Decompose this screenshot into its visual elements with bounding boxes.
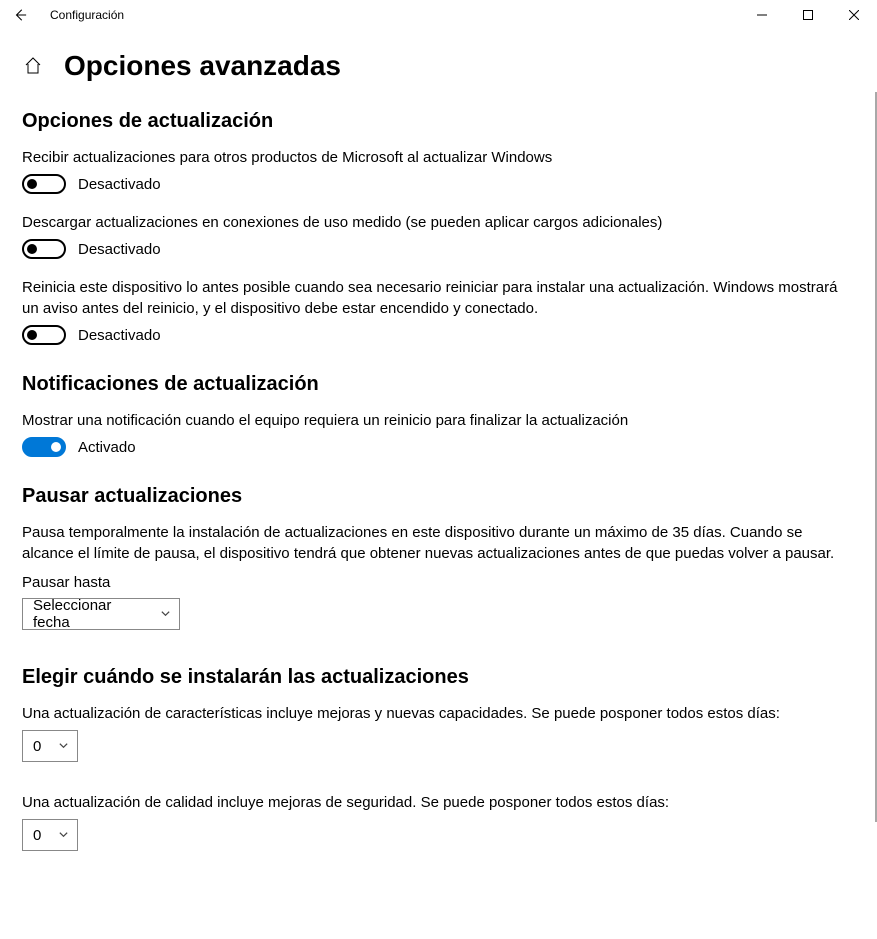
section-heading-pause: Pausar actualizaciones — [22, 485, 853, 508]
pause-label: Pausar hasta — [22, 574, 853, 591]
section-heading-choose-when: Elegir cuándo se instalarán las actualiz… — [22, 666, 853, 689]
pause-date-select[interactable]: Seleccionar fecha — [22, 598, 180, 630]
section-heading-update-options: Opciones de actualización — [22, 110, 853, 133]
maximize-button[interactable] — [785, 0, 831, 30]
toggle-knob — [27, 330, 37, 340]
close-icon — [849, 10, 859, 20]
page-title: Opciones avanzadas — [64, 50, 341, 82]
chevron-down-icon — [160, 606, 171, 623]
window-controls — [739, 0, 877, 30]
minimize-icon — [757, 10, 767, 20]
home-button[interactable] — [22, 55, 44, 77]
pause-description: Pausa temporalmente la instalación de ac… — [22, 522, 847, 564]
quality-defer-value: 0 — [33, 827, 41, 844]
toggle-knob — [51, 442, 61, 452]
page-header: Opciones avanzadas — [0, 30, 877, 92]
feature-defer-select[interactable]: 0 — [22, 730, 78, 762]
feature-defer-value: 0 — [33, 738, 41, 755]
setting-notify-text: Mostrar una notificación cuando el equip… — [22, 410, 847, 431]
home-icon — [23, 56, 43, 76]
setting-restart-toggle-row: Desactivado — [22, 325, 853, 345]
toggle-notify-state: Activado — [78, 439, 136, 456]
quality-update-text: Una actualización de calidad incluye mej… — [22, 792, 847, 813]
quality-defer-select[interactable]: 0 — [22, 819, 78, 851]
setting-other-products-toggle-row: Desactivado — [22, 174, 853, 194]
feature-update-text: Una actualización de características inc… — [22, 703, 847, 724]
back-button[interactable] — [6, 1, 34, 29]
toggle-knob — [27, 244, 37, 254]
toggle-metered[interactable] — [22, 239, 66, 259]
titlebar: Configuración — [0, 0, 877, 30]
chevron-down-icon — [58, 827, 69, 844]
toggle-other-products[interactable] — [22, 174, 66, 194]
arrow-left-icon — [13, 8, 27, 22]
toggle-notify[interactable] — [22, 437, 66, 457]
toggle-other-products-state: Desactivado — [78, 176, 161, 193]
setting-metered-toggle-row: Desactivado — [22, 239, 853, 259]
pause-date-select-value: Seleccionar fecha — [33, 597, 152, 631]
titlebar-left: Configuración — [6, 1, 124, 29]
toggle-knob — [27, 179, 37, 189]
close-button[interactable] — [831, 0, 877, 30]
window-title: Configuración — [50, 8, 124, 22]
minimize-button[interactable] — [739, 0, 785, 30]
toggle-restart-state: Desactivado — [78, 327, 161, 344]
scrollbar-track[interactable] — [873, 92, 877, 931]
toggle-restart[interactable] — [22, 325, 66, 345]
setting-restart-text: Reinicia este dispositivo lo antes posib… — [22, 277, 847, 319]
toggle-metered-state: Desactivado — [78, 241, 161, 258]
setting-metered-text: Descargar actualizaciones en conexiones … — [22, 212, 847, 233]
setting-other-products-text: Recibir actualizaciones para otros produ… — [22, 147, 847, 168]
section-heading-notifications: Notificaciones de actualización — [22, 373, 853, 396]
maximize-icon — [803, 10, 813, 20]
setting-notify-toggle-row: Activado — [22, 437, 853, 457]
content-area: Opciones de actualización Recibir actual… — [0, 92, 877, 931]
chevron-down-icon — [58, 738, 69, 755]
